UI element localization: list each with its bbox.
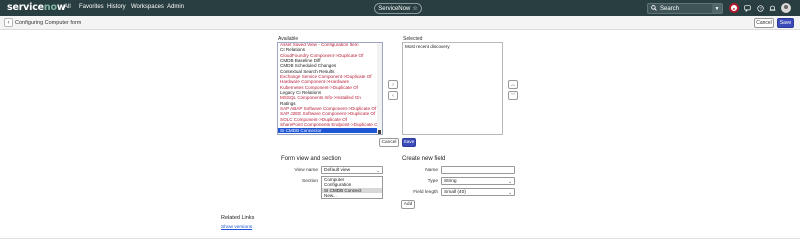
available-list[interactable]: Asset Saved View - Configuration Item CI … [277, 42, 383, 135]
show-versions-link[interactable]: Show versions [221, 225, 252, 230]
slushbucket-save-button[interactable]: Save [402, 138, 416, 147]
record-icon[interactable]: ● [729, 3, 739, 13]
global-search[interactable]: Search ▼ [647, 3, 723, 14]
available-option[interactable]: SI CMDB Connector [278, 127, 382, 133]
instance-pill[interactable]: ServiceNow ☆ [374, 3, 422, 14]
nav-favorites[interactable]: Favorites [79, 4, 104, 10]
name-label: Name [425, 168, 438, 173]
selected-option[interactable]: Most recent discovery [403, 44, 502, 49]
chevron-up-icon: ︿ [510, 82, 516, 88]
section-items: Computer Configuration SI CMDB Connect New.… [322, 177, 382, 198]
selected-items: Most recent discovery [403, 44, 502, 49]
star-icon[interactable]: ☆ [412, 5, 417, 12]
back-button[interactable]: ‹ [4, 18, 13, 27]
chevron-left-icon: ‹ [392, 92, 394, 99]
move-left-button[interactable]: ‹ [388, 91, 398, 100]
chevron-down-icon: ⌄ [376, 168, 380, 173]
chevron-down-icon: ⌄ [508, 190, 512, 195]
chevron-down-icon[interactable]: ▼ [712, 4, 722, 13]
nav-all[interactable]: All [64, 4, 71, 10]
bell-icon[interactable] [767, 3, 777, 13]
slushbucket-cancel-button[interactable]: Cancel [379, 138, 399, 147]
chevron-down-icon: ﹀ [510, 93, 516, 99]
available-option[interactable]: SharePoint Components Endpoint->Duplicat… [278, 122, 382, 127]
search-icon [651, 4, 657, 13]
chevron-down-icon: ⌄ [508, 179, 512, 184]
help-icon[interactable]: ? [755, 3, 765, 13]
form-view-heading: Form view and section [281, 156, 342, 162]
move-right-button[interactable]: › [388, 80, 398, 89]
svg-text:?: ? [759, 6, 762, 11]
chat-icon[interactable] [742, 3, 752, 13]
view-name-value: Default view [324, 167, 351, 173]
related-links-heading: Related Links [221, 215, 255, 221]
header-save-button[interactable]: Save [777, 18, 794, 28]
field-length-select[interactable]: Small (40) ⌄ [441, 188, 515, 196]
top-navigation-bar: servicenow All Favorites History Workspa… [0, 0, 800, 16]
available-items: Asset Saved View - Configuration Item CI … [278, 43, 382, 133]
selected-list[interactable]: Most recent discovery [402, 42, 503, 135]
type-select[interactable]: String ⌄ [441, 177, 515, 185]
chevron-right-icon: › [392, 81, 394, 88]
view-name-select[interactable]: Default view ⌄ [321, 166, 383, 174]
divider [0, 238, 800, 239]
add-field-button[interactable]: Add [401, 200, 415, 209]
type-label: Type [427, 179, 438, 184]
field-name-input[interactable] [441, 166, 515, 174]
view-name-label: View name [294, 168, 318, 173]
create-field-heading: Create new field [402, 156, 446, 162]
move-up-button[interactable]: ︿ [508, 80, 518, 89]
section-option[interactable]: New... [322, 193, 382, 198]
avatar[interactable] [781, 3, 791, 13]
scroll-thumb[interactable] [378, 130, 381, 134]
instance-name: ServiceNow [378, 5, 411, 12]
field-length-label: Field length [413, 190, 438, 195]
field-length-value: Small (40) [444, 189, 466, 195]
move-down-button[interactable]: ﹀ [508, 91, 518, 100]
form-header: ‹ Configuring Computer form Cancel Save [0, 16, 800, 30]
chevron-left-icon: ‹ [7, 19, 10, 26]
nav-admin[interactable]: Admin [167, 4, 184, 10]
available-scrollbar[interactable] [377, 43, 382, 134]
section-label: Section [302, 179, 318, 184]
page-title: Configuring Computer form [15, 19, 82, 26]
section-list[interactable]: Computer Configuration SI CMDB Connect New.… [321, 176, 383, 199]
header-cancel-button[interactable]: Cancel [754, 18, 774, 28]
nav-workspaces[interactable]: Workspaces [131, 4, 164, 10]
nav-history[interactable]: History [107, 4, 126, 10]
type-value: String [444, 178, 457, 184]
search-placeholder: Search [660, 5, 680, 12]
servicenow-logo[interactable]: servicenow [7, 2, 66, 13]
